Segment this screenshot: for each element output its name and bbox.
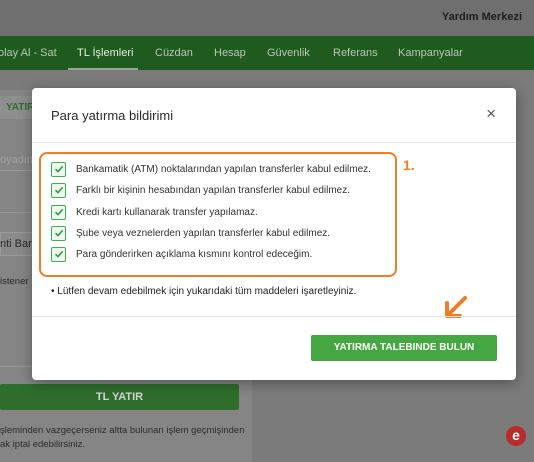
check-label: Bankamatik (ATM) noktalarından yapılan t… [76, 163, 371, 175]
check-row-branch[interactable]: Şube veya veznelerden yapılan transferle… [51, 225, 330, 241]
check-row-atm[interactable]: Bankamatik (ATM) noktalarından yapılan t… [51, 161, 371, 177]
help-center-link[interactable]: Yardım Merkezi [442, 11, 522, 23]
info-text-fragment: istener [0, 276, 29, 287]
nav-item-referral[interactable]: Referans [333, 47, 378, 59]
arrow-down-left-icon [445, 296, 467, 318]
checkbox-checked-icon[interactable] [51, 246, 66, 262]
check-label: Para gönderirken açıklama kısmını kontro… [76, 248, 313, 260]
check-label: Farklı bir kişinin hesabından yapılan tr… [76, 184, 351, 196]
checkbox-checked-icon[interactable] [51, 161, 66, 177]
nav-item-buy-sell[interactable]: olay Al - Sat [0, 47, 57, 59]
nav-item-campaigns[interactable]: Kampanyalar [398, 47, 463, 59]
submit-deposit-request-button[interactable]: YATIRMA TALEBINDE BULUN [311, 335, 497, 361]
brand-logo-icon: e [506, 426, 526, 446]
footer-info-line-2: ak iptal edebilirsiniz. [0, 439, 86, 450]
close-icon[interactable]: × [486, 105, 496, 122]
check-row-third-party[interactable]: Farklı bir kişinin hesabından yapılan tr… [51, 182, 350, 198]
footer-info-text: şleminden vazgeçerseniz altta bulunan iş… [0, 424, 245, 452]
check-label: Kredi kartı kullanarak transfer yapılama… [76, 206, 258, 218]
bank-select-text: nti Ban [0, 238, 35, 250]
tl-deposit-button[interactable]: TL YATIR [0, 384, 239, 410]
nav-item-account[interactable]: Hesap [214, 47, 246, 59]
nav-item-wallet[interactable]: Cüzdan [155, 47, 193, 59]
top-bar: Yardım Merkezi [0, 0, 534, 36]
nav-item-security[interactable]: Güvenlik [267, 47, 310, 59]
step-number-annotation: 1. [403, 157, 415, 173]
checkbox-checked-icon[interactable] [51, 225, 66, 241]
check-label: Şube veya veznelerden yapılan transferle… [76, 227, 331, 239]
checkbox-checked-icon[interactable] [51, 204, 66, 220]
modal-title: Para yatırma bildirimi [51, 108, 174, 123]
checkbox-checked-icon[interactable] [51, 182, 66, 198]
main-nav: olay Al - Sat TL İşlemleri Cüzdan Hesap … [0, 36, 534, 70]
footer-info-line-1: şleminden vazgeçerseniz altta bulunan iş… [0, 425, 245, 436]
modal-header-divider [32, 142, 516, 143]
name-field-text: oyadın [0, 154, 34, 166]
check-row-credit-card[interactable]: Kredi kartı kullanarak transfer yapılama… [51, 204, 258, 220]
deposit-notice-modal: Para yatırma bildirimi × Bankamatik (ATM… [32, 88, 516, 380]
nav-item-tl-transactions[interactable]: TL İşlemleri [77, 47, 133, 59]
instruction-note: • Lütfen devam edebilmek için yukarıdaki… [51, 286, 357, 297]
check-row-description[interactable]: Para gönderirken açıklama kısmını kontro… [51, 246, 312, 262]
modal-footer-divider [32, 316, 516, 317]
